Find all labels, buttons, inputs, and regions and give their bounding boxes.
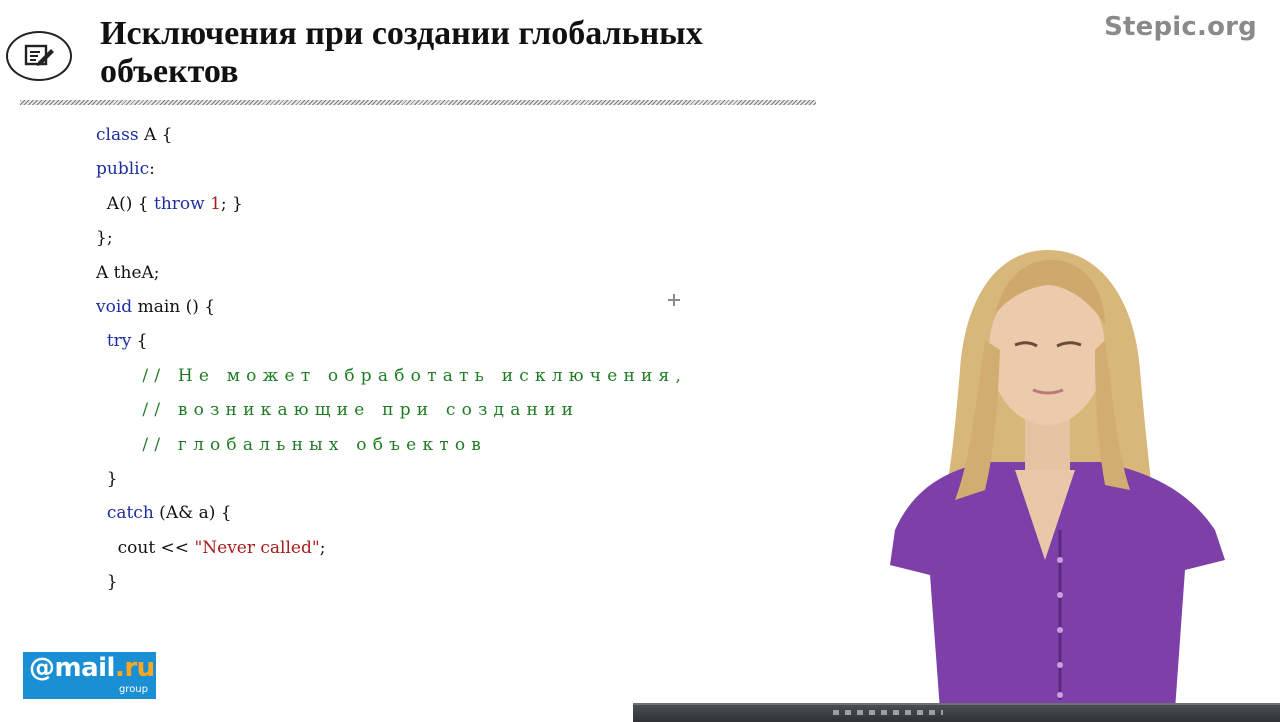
code-string: "Never called" [194, 537, 320, 558]
code-comment: // Не может обработать исключения, [96, 365, 688, 386]
desk-vents [833, 710, 943, 715]
code-number: 1 [210, 193, 221, 214]
code-keyword: class [96, 125, 139, 145]
code-keyword: throw [153, 193, 205, 214]
code-keyword: try [106, 331, 132, 352]
code-line: }; [96, 228, 113, 249]
code-line: A theA; [96, 262, 160, 283]
code-line: A() { throw 1; } [96, 193, 243, 214]
mailru-group-logo: @mail.ru group [23, 652, 156, 699]
code-line: public: [96, 159, 155, 180]
crosshair-cursor-icon [668, 294, 680, 306]
code-comment: // возникающие при создании [96, 400, 580, 421]
code-line: class A { [96, 125, 173, 145]
code-line: void main () { [96, 296, 216, 317]
code-comment: // глобальных объектов [96, 434, 488, 455]
code-line: } [96, 468, 118, 489]
desk-edge [633, 703, 1280, 722]
code-line: cout << "Never called"; [96, 537, 326, 558]
code-keyword: void [96, 296, 133, 317]
code-line: catch (A& a) { [106, 503, 232, 524]
title-divider [20, 100, 816, 105]
logo-dot-ru: .ru [114, 653, 155, 683]
presenter-video [890, 249, 1225, 710]
logo-group: group [118, 684, 148, 695]
code-keyword: catch [106, 503, 154, 524]
edit-note-icon [6, 31, 72, 81]
stepic-brand: Stepic.org [1104, 12, 1257, 42]
code-line: } [96, 572, 118, 593]
logo-mail: @mail [29, 653, 115, 683]
code-line: try { [106, 331, 148, 352]
slide-title: Исключения при создании глобальных объек… [100, 15, 703, 90]
code-block: class A { public: A() { throw 1; } }; A … [96, 118, 687, 599]
code-keyword: public [96, 159, 150, 180]
logo-main-text: @mail.ru [29, 653, 155, 683]
